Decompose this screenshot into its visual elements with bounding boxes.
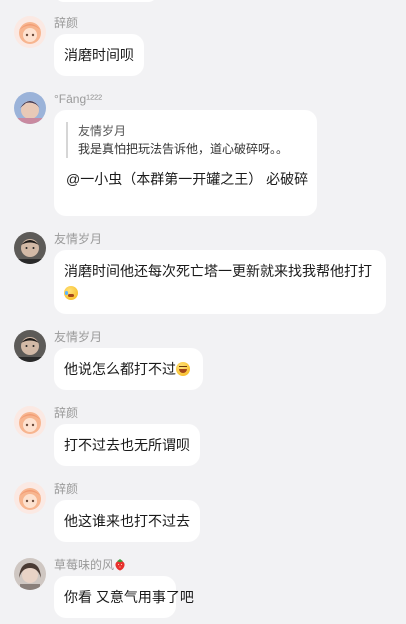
- quoted-author: 友情岁月: [78, 124, 127, 138]
- avatar[interactable]: [14, 406, 46, 438]
- message-text: 消磨时间他还每次死亡塔一更新就来找我帮他打打: [64, 263, 372, 279]
- message-bubble[interactable]: 他说怎么都打不过: [54, 348, 203, 390]
- anime-girl-avatar-icon: [14, 16, 46, 48]
- sender-name: 友情岁月: [54, 330, 103, 344]
- previous-message-bubble: [54, 0, 158, 2]
- avatar[interactable]: [14, 330, 46, 362]
- girl-photo-avatar-icon: [14, 558, 46, 590]
- message-bubble[interactable]: 他这谁来也打不过去: [54, 500, 200, 542]
- message-text: 他这谁来也打不过去: [64, 513, 190, 529]
- laughing-sweat-emoji-icon: [176, 362, 190, 376]
- quoted-text: 我是真怕把玩法告诉他，道心破碎呀。。: [78, 142, 289, 156]
- avatar[interactable]: [14, 92, 46, 124]
- avatar[interactable]: [14, 16, 46, 48]
- message-text: 他说怎么都打不过: [64, 361, 176, 377]
- quoted-message[interactable]: 友情岁月 我是真怕把玩法告诉他，道心破碎呀。。: [66, 122, 305, 158]
- sender-name: °Fāng¹²²²: [54, 92, 103, 106]
- sender-name: 辞颜: [54, 406, 79, 420]
- crying-laughing-emoji-icon: [64, 286, 78, 300]
- message-text: @一小虫（本群第一开罐之王） 必破碎: [66, 171, 309, 187]
- avatar[interactable]: [14, 558, 46, 590]
- message-text: 你看 又意气用事了吧: [64, 589, 194, 605]
- message-text: 打不过去也无所谓呗: [64, 437, 190, 453]
- avatar[interactable]: [14, 232, 46, 264]
- anime-girl-avatar-icon: [14, 482, 46, 514]
- man-photo-avatar-icon: [14, 330, 46, 362]
- message-text: 消磨时间呗: [64, 47, 134, 63]
- message-bubble[interactable]: 消磨时间他还每次死亡塔一更新就来找我帮他打打: [54, 250, 386, 314]
- sender-name: 辞颜: [54, 16, 79, 30]
- anime-boy-avatar-icon: [14, 92, 46, 124]
- strawberry-icon: [115, 559, 125, 571]
- sender-name: 草莓味的风: [54, 558, 126, 572]
- message-bubble[interactable]: 消磨时间呗: [54, 34, 144, 76]
- avatar[interactable]: [14, 482, 46, 514]
- message-bubble[interactable]: 你看 又意气用事了吧: [54, 576, 194, 618]
- message-bubble[interactable]: 友情岁月 我是真怕把玩法告诉他，道心破碎呀。。 @一小虫（本群第一开罐之王） 必…: [54, 110, 317, 216]
- sender-name-text: 草莓味的风: [54, 558, 115, 572]
- sender-name: 辞颜: [54, 482, 79, 496]
- message-bubble[interactable]: 打不过去也无所谓呗: [54, 424, 200, 466]
- sender-name: 友情岁月: [54, 232, 103, 246]
- man-photo-avatar-icon: [14, 232, 46, 264]
- anime-girl-avatar-icon: [14, 406, 46, 438]
